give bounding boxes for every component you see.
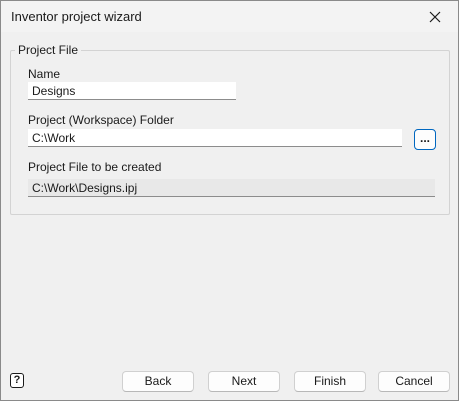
back-button[interactable]: Back: [122, 371, 194, 392]
window-title: Inventor project wizard: [11, 9, 142, 24]
question-icon: ?: [13, 374, 21, 386]
name-label: Name: [28, 67, 61, 81]
folder-field[interactable]: [28, 129, 402, 147]
next-button[interactable]: Next: [208, 371, 280, 392]
project-file-field: [28, 179, 435, 197]
wizard-window: Inventor project wizard Project File Nam…: [0, 0, 459, 401]
name-field[interactable]: [28, 82, 236, 100]
close-button[interactable]: [412, 1, 458, 32]
title-bar: Inventor project wizard: [1, 1, 458, 32]
cancel-button[interactable]: Cancel: [378, 371, 450, 392]
help-button[interactable]: ?: [10, 373, 24, 388]
group-title: Project File: [15, 43, 82, 57]
close-icon: [429, 11, 441, 22]
folder-label: Project (Workspace) Folder: [28, 113, 174, 127]
browse-button[interactable]: ...: [414, 129, 436, 150]
finish-button[interactable]: Finish: [294, 371, 366, 392]
project-file-label: Project File to be created: [28, 160, 162, 174]
